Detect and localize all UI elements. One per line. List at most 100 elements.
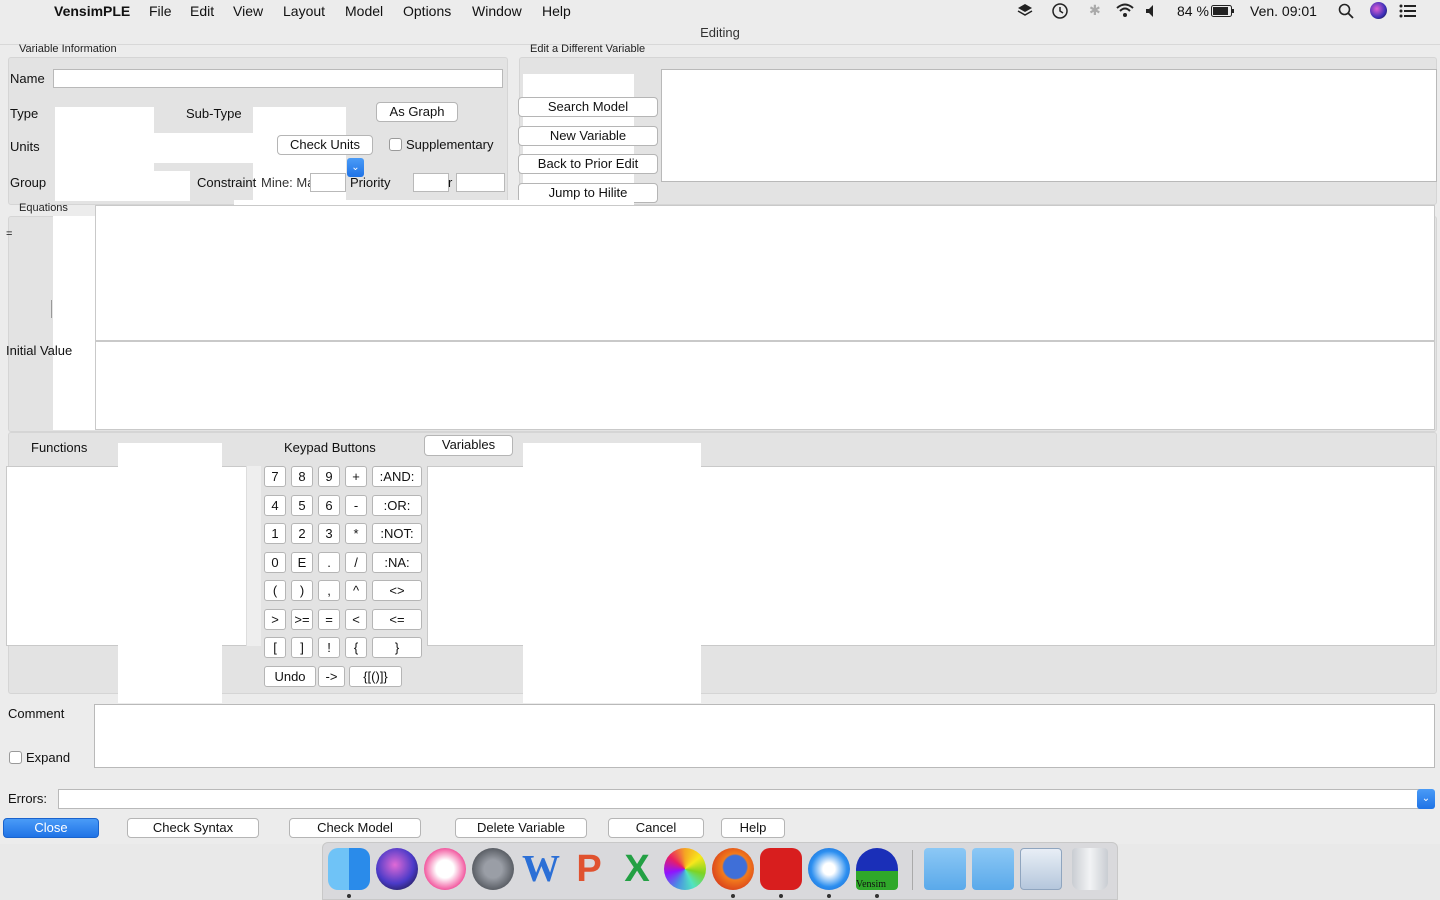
- notification-center-icon[interactable]: [1399, 4, 1417, 18]
- finder-icon[interactable]: [328, 848, 370, 890]
- keypad-key[interactable]: (: [264, 580, 286, 601]
- keypad-key[interactable]: /: [345, 552, 367, 573]
- volume-icon[interactable]: [1145, 4, 1159, 18]
- keypad-key[interactable]: 8: [291, 466, 313, 487]
- battery-percent: 84 %: [1177, 3, 1209, 19]
- max-input[interactable]: [413, 173, 449, 192]
- errors-chevron-down-icon[interactable]: ⌄: [1417, 789, 1435, 809]
- menu-help[interactable]: Help: [542, 3, 571, 19]
- keypad-key[interactable]: 5: [291, 495, 313, 516]
- menu-layout[interactable]: Layout: [283, 3, 325, 19]
- menu-edit[interactable]: Edit: [190, 3, 214, 19]
- keypad-key[interactable]: :NOT:: [372, 523, 422, 544]
- keypad-key[interactable]: .: [318, 552, 340, 573]
- keypad-key[interactable]: 0: [264, 552, 286, 573]
- keypad-key[interactable]: [: [264, 637, 286, 658]
- keypad-key[interactable]: 7: [264, 466, 286, 487]
- keypad-key[interactable]: {: [345, 637, 367, 658]
- group-select[interactable]: [55, 171, 190, 201]
- itunes-icon[interactable]: [424, 848, 466, 890]
- brackets-button[interactable]: {[()]}: [349, 666, 402, 687]
- keypad-key[interactable]: ): [291, 580, 313, 601]
- keypad-key[interactable]: +: [345, 466, 367, 487]
- name-input[interactable]: [53, 69, 503, 88]
- keypad-key[interactable]: =: [318, 609, 340, 630]
- system-preferences-icon[interactable]: [472, 848, 514, 890]
- keypad-key[interactable]: 2: [291, 523, 313, 544]
- powerpoint-icon[interactable]: P: [568, 848, 610, 890]
- siri-icon[interactable]: [376, 848, 418, 890]
- errors-select[interactable]: [58, 789, 1420, 809]
- delete-variable-button[interactable]: Delete Variable: [455, 818, 587, 838]
- battery-icon[interactable]: [1211, 5, 1235, 17]
- cancel-button[interactable]: Cancel: [608, 818, 704, 838]
- photos-icon[interactable]: [664, 848, 706, 890]
- priority-input[interactable]: [456, 173, 505, 192]
- keypad-key[interactable]: }: [372, 637, 422, 658]
- keypad-key[interactable]: >: [264, 609, 286, 630]
- keypad-key[interactable]: :OR:: [372, 495, 422, 516]
- siri-menu-icon[interactable]: [1370, 2, 1387, 19]
- initial-value-editor[interactable]: [95, 341, 1435, 430]
- keypad-key[interactable]: <>: [372, 580, 422, 601]
- clock[interactable]: Ven. 09:01: [1250, 3, 1317, 19]
- applications-folder-icon[interactable]: [924, 848, 966, 890]
- keypad-key[interactable]: !: [318, 637, 340, 658]
- check-units-button[interactable]: Check Units: [277, 135, 373, 155]
- keypad-key[interactable]: -: [345, 495, 367, 516]
- keypad-key[interactable]: ^: [345, 580, 367, 601]
- min-input[interactable]: [310, 173, 346, 192]
- variable-list[interactable]: [661, 69, 1437, 182]
- menu-window[interactable]: Window: [472, 3, 522, 19]
- back-to-prior-edit-button[interactable]: Back to Prior Edit: [518, 154, 658, 174]
- check-syntax-button[interactable]: Check Syntax: [127, 818, 259, 838]
- as-graph-button[interactable]: As Graph: [376, 102, 458, 122]
- keypad-key[interactable]: :AND:: [372, 466, 422, 487]
- keypad-key[interactable]: ,: [318, 580, 340, 601]
- keypad-key[interactable]: 9: [318, 466, 340, 487]
- layers-icon[interactable]: [1017, 3, 1033, 18]
- close-button[interactable]: Close: [3, 818, 99, 838]
- bluetooth-icon[interactable]: ✱: [1089, 2, 1101, 19]
- check-model-button[interactable]: Check Model: [289, 818, 421, 838]
- keypad-key[interactable]: *: [345, 523, 367, 544]
- keypad-key[interactable]: ]: [291, 637, 313, 658]
- keypad-key[interactable]: E: [291, 552, 313, 573]
- word-icon[interactable]: W: [520, 848, 562, 890]
- keypad-key[interactable]: <: [345, 609, 367, 630]
- keypad-key[interactable]: 4: [264, 495, 286, 516]
- firefox-icon[interactable]: [712, 848, 754, 890]
- variables-button[interactable]: Variables: [424, 435, 513, 456]
- keypad-key[interactable]: 3: [318, 523, 340, 544]
- safari-icon[interactable]: [808, 848, 850, 890]
- menu-options[interactable]: Options: [403, 3, 451, 19]
- new-variable-button[interactable]: New Variable: [518, 126, 658, 146]
- menu-view[interactable]: View: [233, 3, 263, 19]
- supplementary-checkbox[interactable]: [389, 138, 402, 151]
- documents-folder-icon[interactable]: [972, 848, 1014, 890]
- functions-scrollbar[interactable]: [246, 466, 261, 646]
- undo-button[interactable]: Undo: [264, 666, 316, 687]
- equation-editor[interactable]: [95, 205, 1435, 341]
- menu-file[interactable]: File: [149, 3, 172, 19]
- help-button[interactable]: Help: [721, 818, 785, 838]
- wifi-icon[interactable]: [1115, 3, 1135, 18]
- arrow-button[interactable]: ->: [318, 666, 345, 687]
- keypad-key[interactable]: >=: [291, 609, 313, 630]
- menu-app-name[interactable]: VensimPLE: [54, 3, 130, 19]
- excel-icon[interactable]: X: [616, 848, 658, 890]
- keypad-key[interactable]: 6: [318, 495, 340, 516]
- spotlight-icon[interactable]: [1338, 3, 1354, 19]
- acrobat-icon[interactable]: [760, 848, 802, 890]
- keypad-key[interactable]: <=: [372, 609, 422, 630]
- expand-checkbox[interactable]: [9, 751, 22, 764]
- trash-icon[interactable]: [1072, 848, 1108, 890]
- comment-editor[interactable]: [94, 704, 1435, 768]
- search-model-button[interactable]: Search Model: [518, 97, 658, 117]
- preview-icon[interactable]: [1020, 848, 1062, 890]
- menu-model[interactable]: Model: [345, 3, 383, 19]
- keypad-key[interactable]: 1: [264, 523, 286, 544]
- keypad-key[interactable]: :NA:: [372, 552, 422, 573]
- units-input[interactable]: [55, 133, 282, 163]
- time-machine-icon[interactable]: [1051, 2, 1069, 20]
